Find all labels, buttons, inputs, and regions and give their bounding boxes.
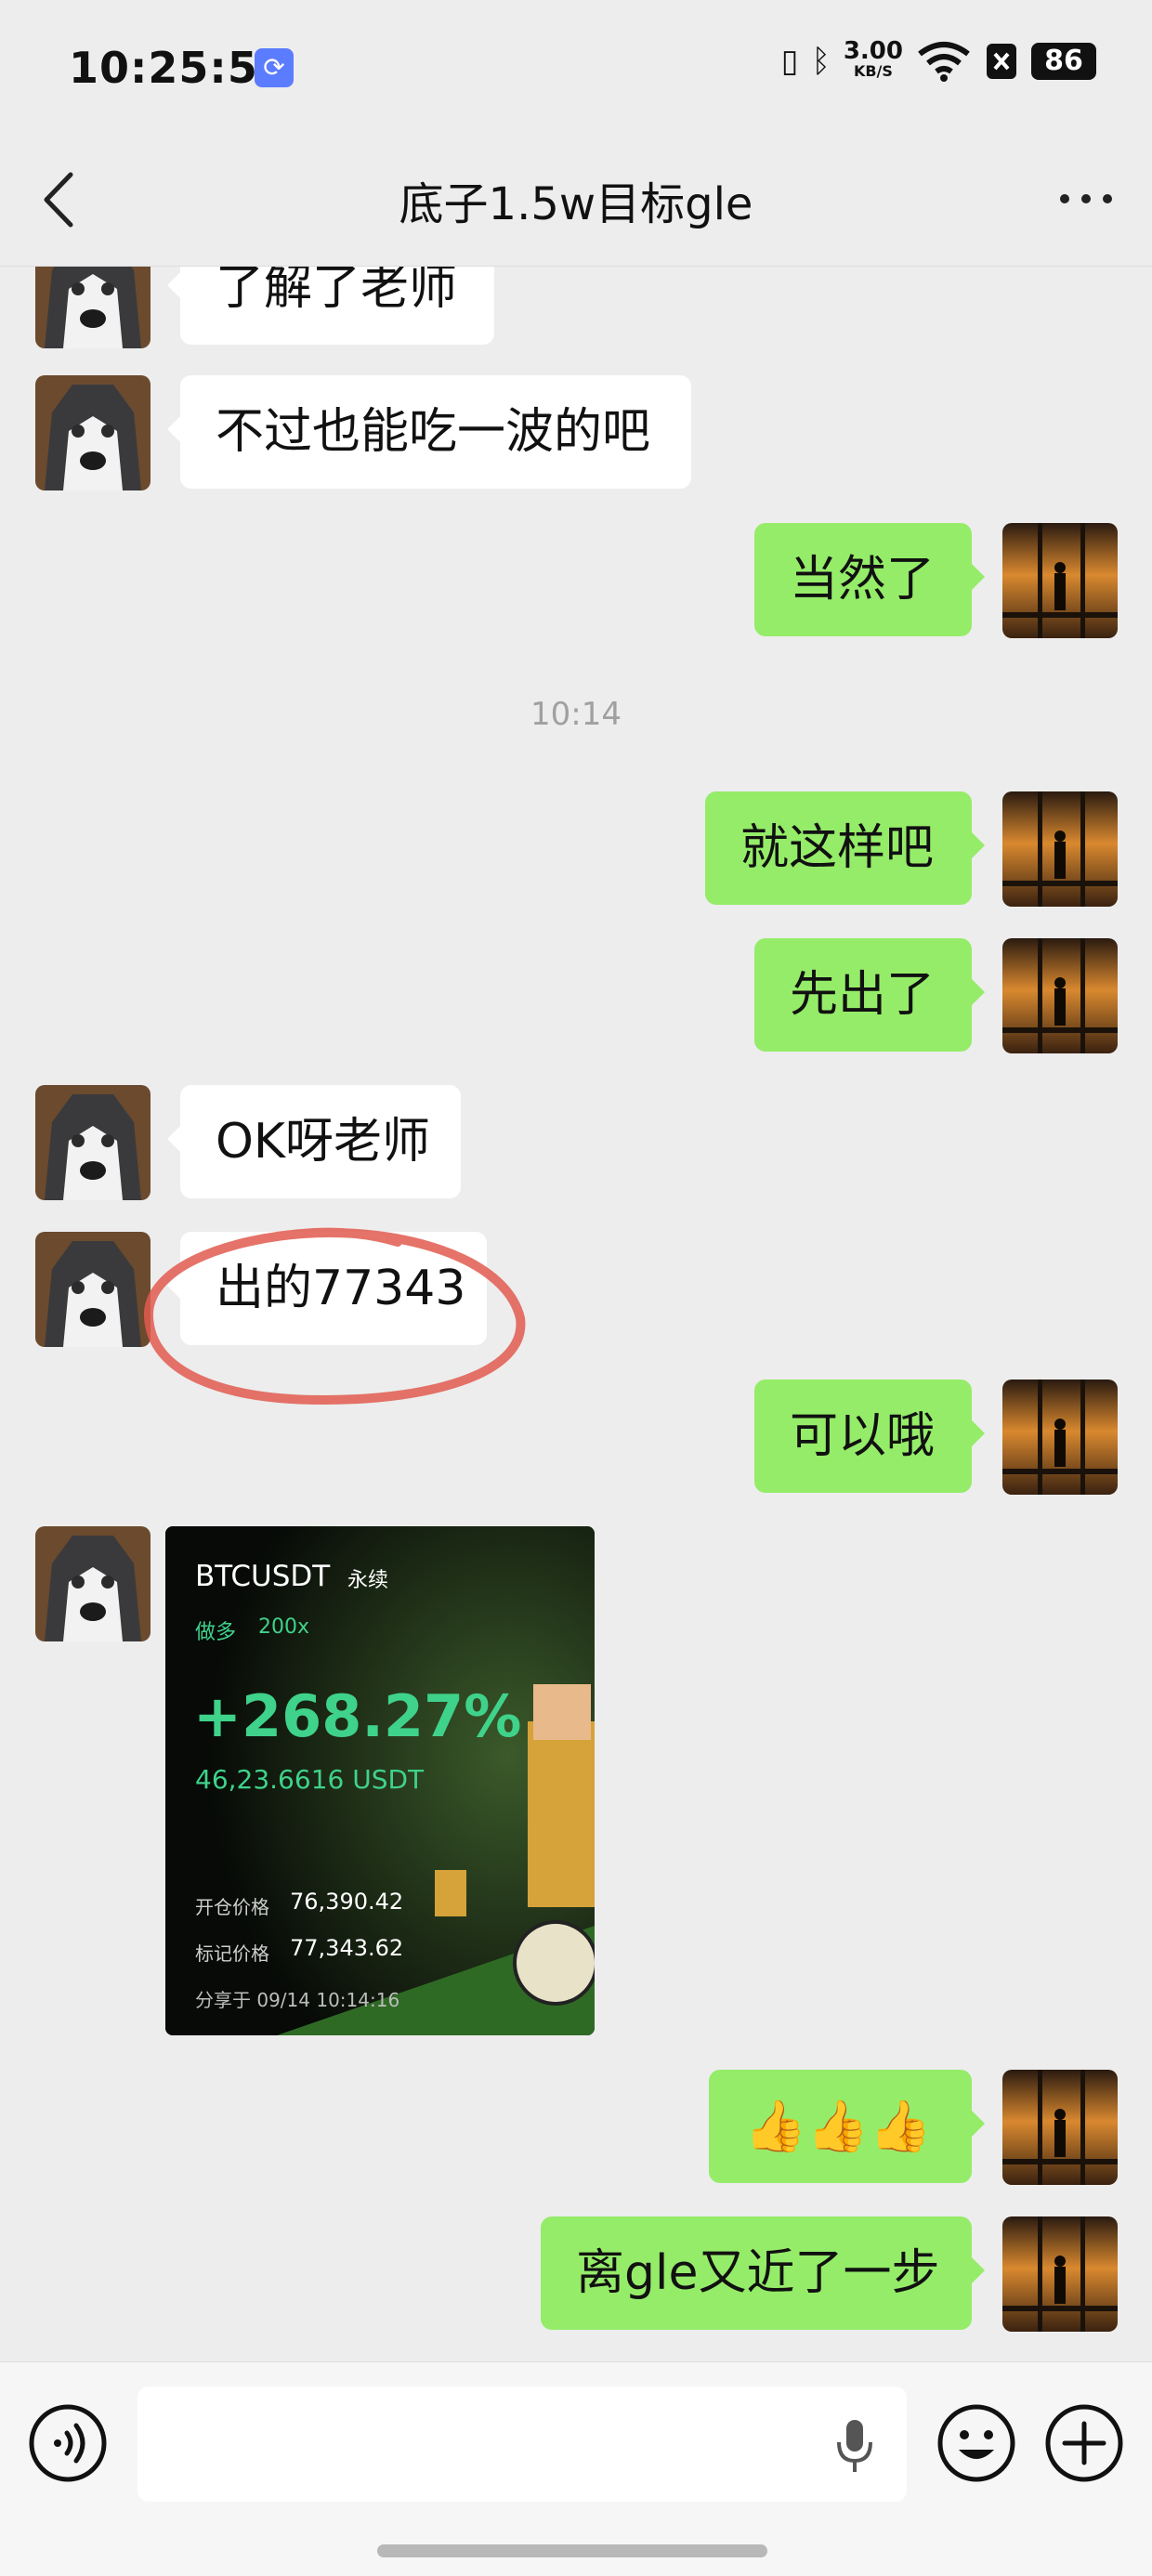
battery-indicator: 86 bbox=[1031, 43, 1096, 80]
user-avatar[interactable] bbox=[1002, 791, 1118, 907]
plus-icon[interactable] bbox=[1044, 2403, 1124, 2483]
card-side: 做多 bbox=[195, 1621, 237, 1644]
chat-title: 底子1.5w目标gle bbox=[399, 178, 753, 230]
message-list[interactable]: 了解了老师 不过也能吃一波的吧 当然了 10:14 就这样吧 先出了 OK呀老师… bbox=[0, 267, 1152, 2361]
message-bubble-sent[interactable]: 先出了 bbox=[754, 938, 985, 1052]
card-open-label: 开仓价格 bbox=[195, 1896, 269, 1918]
card-contract-type: 永续 bbox=[347, 1569, 389, 1592]
message-bubble-sent[interactable]: 👍👍👍 bbox=[709, 2070, 985, 2183]
home-indicator[interactable] bbox=[377, 2544, 767, 2557]
red-circle-annotation bbox=[143, 1227, 526, 1406]
status-icons: ▯ ᛒ 3.00 KB/S 86 bbox=[780, 39, 1096, 82]
message-bubble-received[interactable]: 不过也能吃一波的吧 bbox=[167, 375, 691, 489]
timestamp: 10:14 bbox=[530, 696, 622, 733]
input-bar bbox=[0, 2361, 1152, 2576]
chat-header: 底子1.5w目标gle bbox=[0, 139, 1152, 267]
mic-icon[interactable] bbox=[834, 2418, 875, 2474]
card-open-price: 76,390.42 bbox=[290, 1889, 404, 1915]
message-bubble-sent[interactable]: 离gle又近了一步 bbox=[541, 2216, 985, 2330]
contact-avatar[interactable] bbox=[35, 1232, 151, 1347]
contact-avatar[interactable] bbox=[35, 1526, 151, 1641]
emoji-icon[interactable] bbox=[936, 2403, 1016, 2483]
message-input[interactable] bbox=[137, 2386, 907, 2502]
message-bubble-sent[interactable]: 当然了 bbox=[754, 523, 985, 636]
user-avatar[interactable] bbox=[1002, 1380, 1118, 1495]
contact-avatar[interactable] bbox=[35, 1085, 151, 1200]
sim-off-icon bbox=[987, 44, 1016, 79]
more-icon[interactable] bbox=[1054, 171, 1119, 227]
contact-avatar[interactable] bbox=[35, 267, 151, 348]
status-bar: 10:25:54 ⟳ ▯ ᛒ 3.00 KB/S 86 bbox=[0, 0, 1152, 139]
message-bubble-sent[interactable]: 就这样吧 bbox=[705, 791, 985, 905]
user-avatar[interactable] bbox=[1002, 938, 1118, 1053]
user-avatar[interactable] bbox=[1002, 2070, 1118, 2185]
trade-share-image[interactable]: BTCUSDT 永续 做多 200x +268.27% 46,23.6616 U… bbox=[165, 1526, 595, 2035]
card-shared-time: 分享于 09/14 10:14:16 bbox=[195, 1989, 400, 2011]
card-pnl-percent: +268.27% bbox=[193, 1682, 522, 1750]
network-speed: 3.00 KB/S bbox=[844, 39, 903, 82]
voice-icon[interactable] bbox=[28, 2403, 108, 2483]
bluetooth-icon: ᛒ bbox=[811, 43, 831, 80]
card-leverage: 200x bbox=[258, 1615, 310, 1639]
contact-avatar[interactable] bbox=[35, 375, 151, 490]
message-bubble-received[interactable]: 了解了老师 bbox=[167, 267, 494, 345]
card-pair: BTCUSDT bbox=[195, 1560, 331, 1593]
card-pnl-amount: 46,23.6616 USDT bbox=[195, 1764, 425, 1795]
wifi-icon bbox=[918, 42, 970, 82]
card-mark-price: 77,343.62 bbox=[290, 1935, 404, 1961]
message-bubble-received[interactable]: OK呀老师 bbox=[167, 1085, 461, 1198]
app-notification-icon: ⟳ bbox=[255, 48, 294, 87]
user-avatar[interactable] bbox=[1002, 2216, 1118, 2332]
vibrate-icon: ▯ bbox=[780, 43, 799, 80]
message-bubble-sent[interactable]: 可以哦 bbox=[754, 1380, 985, 1493]
user-avatar[interactable] bbox=[1002, 523, 1118, 638]
card-mark-label: 标记价格 bbox=[195, 1942, 269, 1965]
